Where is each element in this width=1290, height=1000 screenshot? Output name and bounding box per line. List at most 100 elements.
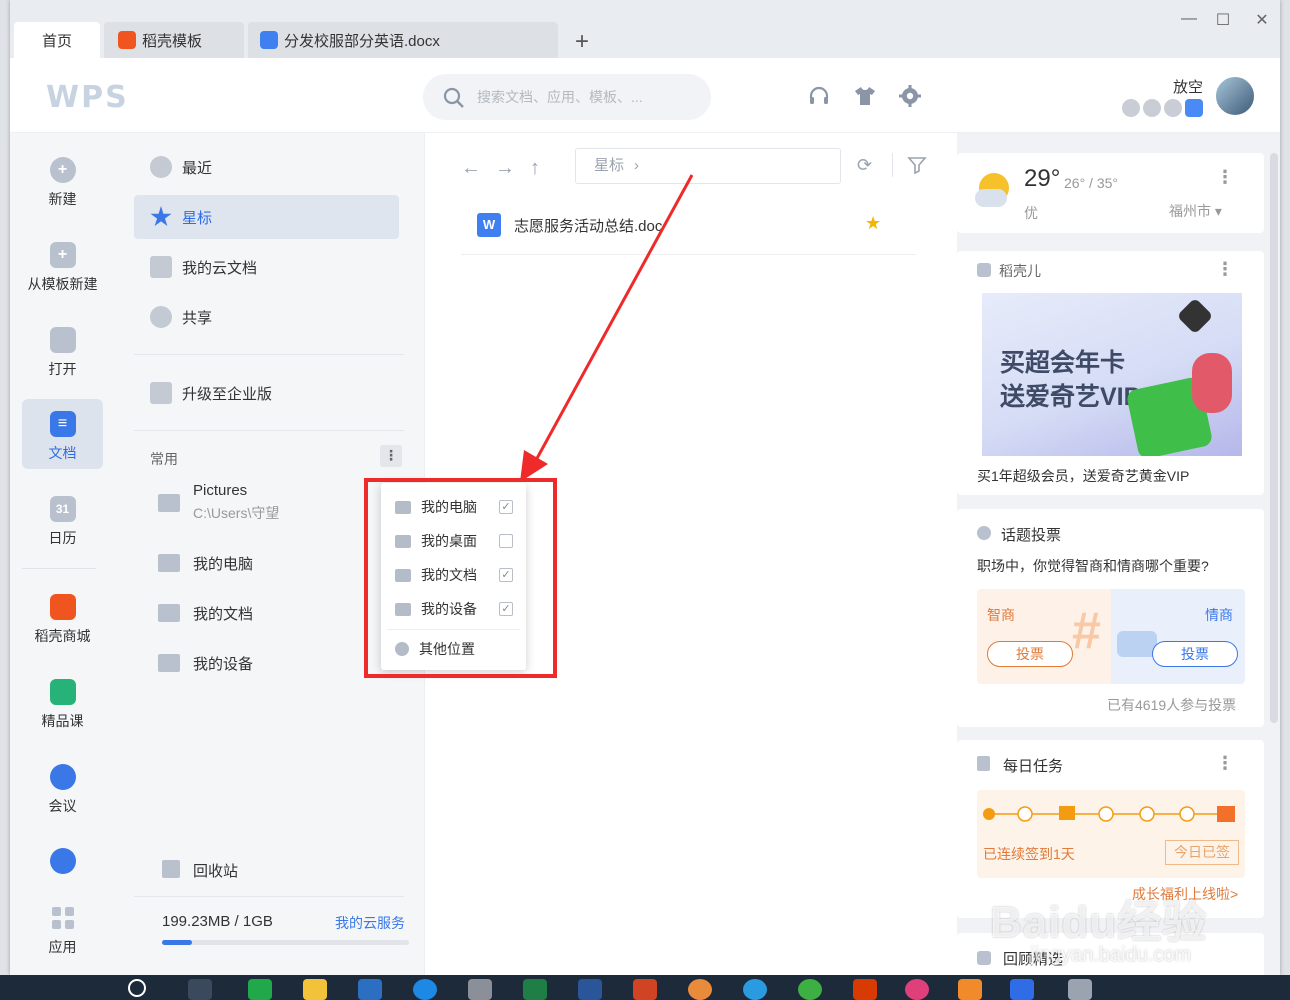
- explorer-icon[interactable]: [303, 979, 327, 1000]
- word-icon[interactable]: [578, 979, 602, 1000]
- taskbar: [0, 975, 1290, 1000]
- up-arrow-icon[interactable]: ↑: [530, 157, 540, 180]
- nav-calendar[interactable]: 31 日历: [22, 484, 103, 554]
- more-icon[interactable]: ⋮: [1216, 259, 1234, 280]
- nav-documents[interactable]: ≡ 文档: [22, 399, 103, 469]
- nav-open[interactable]: 打开: [22, 315, 103, 385]
- scrollbar[interactable]: [1270, 153, 1278, 723]
- temperature: 29°: [1024, 165, 1061, 192]
- file-name[interactable]: 志愿服务活动总结.doc: [514, 215, 662, 236]
- app-icon[interactable]: [743, 979, 767, 1000]
- app-icon[interactable]: [688, 979, 712, 1000]
- filter-icon[interactable]: [907, 155, 927, 181]
- vote-option-left: 智商: [987, 607, 1015, 623]
- wechat-icon[interactable]: [248, 979, 272, 1000]
- close-icon[interactable]: ✕: [1250, 10, 1274, 30]
- common-item-my-devices[interactable]: 我的设备: [193, 653, 253, 674]
- computer-icon: [158, 554, 180, 572]
- nav-course[interactable]: 精品课: [22, 667, 103, 737]
- sidebar-item-label: 我的云文档: [182, 259, 258, 277]
- task-view-icon[interactable]: [188, 979, 212, 1000]
- template-icon: +: [49, 242, 76, 268]
- app-icon[interactable]: [798, 979, 822, 1000]
- breadcrumb[interactable]: 星标 ›: [575, 148, 841, 184]
- new-tab-button[interactable]: +: [575, 28, 589, 56]
- clock-icon: [150, 156, 172, 178]
- city-select[interactable]: 福州市 ▾: [1169, 201, 1222, 221]
- maximize-icon[interactable]: ☐: [1211, 10, 1235, 30]
- powerpoint-icon[interactable]: [633, 979, 657, 1000]
- trash-icon: [162, 860, 180, 878]
- air-quality: 优: [1024, 205, 1038, 221]
- nav-new-from-template[interactable]: + 从模板新建: [17, 230, 108, 300]
- common-item-pictures[interactable]: Pictures: [193, 482, 247, 499]
- browser-icon[interactable]: [413, 979, 437, 1000]
- settings-icon[interactable]: [898, 84, 922, 108]
- promo-caption[interactable]: 买1年超级会员，送爱奇艺黄金VIP: [977, 466, 1189, 486]
- vote-option-right: 情商: [1205, 607, 1233, 623]
- nav-docer-mall[interactable]: 稻壳商城: [22, 582, 103, 652]
- username[interactable]: 放空: [1173, 76, 1203, 97]
- skin-icon[interactable]: [853, 84, 877, 108]
- common-item-my-computer[interactable]: 我的电脑: [193, 553, 253, 574]
- star-icon[interactable]: ★: [865, 213, 881, 234]
- tab-document[interactable]: 分发校服部分英语.docx: [248, 22, 558, 58]
- avatar[interactable]: [1214, 75, 1256, 117]
- excel-icon[interactable]: [523, 979, 547, 1000]
- search-box[interactable]: [423, 74, 711, 120]
- sidebar-item-recent[interactable]: 最近: [134, 145, 399, 189]
- sidebar-item-cloud-docs[interactable]: 我的云文档: [134, 245, 399, 289]
- signed-today-button[interactable]: 今日已签: [1165, 840, 1239, 865]
- minimize-icon[interactable]: —: [1177, 10, 1201, 28]
- folder-icon: [158, 494, 180, 512]
- refresh-icon[interactable]: ⟳: [857, 155, 872, 176]
- headset-icon[interactable]: [807, 84, 831, 108]
- tab-label: 首页: [41, 32, 72, 50]
- wps-icon[interactable]: [1010, 979, 1034, 1000]
- more-options-button[interactable]: ⋮: [380, 445, 402, 467]
- storage-bar-fill: [162, 940, 192, 945]
- sidebar-item-starred[interactable]: 星标: [134, 195, 399, 239]
- sidebar-item-shared[interactable]: 共享: [134, 295, 399, 339]
- sidebar-item-enterprise[interactable]: 升级至企业版: [134, 371, 399, 415]
- vote-left-button[interactable]: 投票: [987, 641, 1073, 667]
- sidebar-item-label: 星标: [182, 209, 213, 227]
- app-icon[interactable]: [958, 979, 982, 1000]
- checkin-area: 已连续签到1天 今日已签: [977, 790, 1245, 878]
- nav-label: 从模板新建: [27, 276, 98, 292]
- chat-bubble-icon: [1117, 631, 1157, 657]
- member-badges[interactable]: [1122, 99, 1203, 117]
- common-item-path: C:\Users\守望: [193, 505, 280, 521]
- app-icon[interactable]: [1068, 979, 1092, 1000]
- tab-bar: 首页 稻壳模板 分发校服部分英语.docx + — ☐ ✕: [10, 0, 1280, 58]
- illustration-figure: [1192, 353, 1232, 413]
- back-arrow-icon[interactable]: ←: [461, 157, 481, 180]
- tab-docer-templates[interactable]: 稻壳模板: [104, 22, 244, 58]
- apps-icon: [50, 905, 76, 931]
- common-item-my-documents[interactable]: 我的文档: [193, 603, 253, 624]
- recycle-bin[interactable]: 回收站: [193, 860, 238, 881]
- promo-banner[interactable]: 买超会年卡 送爱奇艺VIP: [982, 293, 1242, 456]
- nav-meeting[interactable]: 会议: [22, 752, 103, 822]
- review-icon: [977, 951, 991, 965]
- storage-bar: [162, 940, 409, 945]
- docer-card: 稻壳儿 ⋮ 买超会年卡 送爱奇艺VIP 买1年超级会员，送爱奇艺黄金VIP: [957, 251, 1264, 495]
- cloud-service-link[interactable]: 我的云服务: [335, 913, 405, 933]
- forward-arrow-icon[interactable]: →: [495, 157, 515, 180]
- store-icon[interactable]: [468, 979, 492, 1000]
- banner-line1: 买超会年卡: [1000, 349, 1126, 377]
- nav-new[interactable]: + 新建: [22, 145, 103, 215]
- app-icon[interactable]: [905, 979, 929, 1000]
- search-input[interactable]: [477, 86, 697, 108]
- vote-right-button[interactable]: 投票: [1152, 641, 1238, 667]
- mail-icon[interactable]: [358, 979, 382, 1000]
- nav-apps[interactable]: 应用: [22, 893, 103, 963]
- more-icon[interactable]: ⋮: [1216, 753, 1234, 774]
- more-icon[interactable]: ⋮: [1216, 167, 1234, 188]
- nav-assistant[interactable]: [22, 836, 103, 880]
- office-icon[interactable]: [853, 979, 877, 1000]
- search-icon[interactable]: [128, 979, 146, 997]
- tab-home[interactable]: 首页: [14, 22, 100, 58]
- divider: [461, 254, 916, 255]
- hash-icon: #: [1072, 602, 1101, 660]
